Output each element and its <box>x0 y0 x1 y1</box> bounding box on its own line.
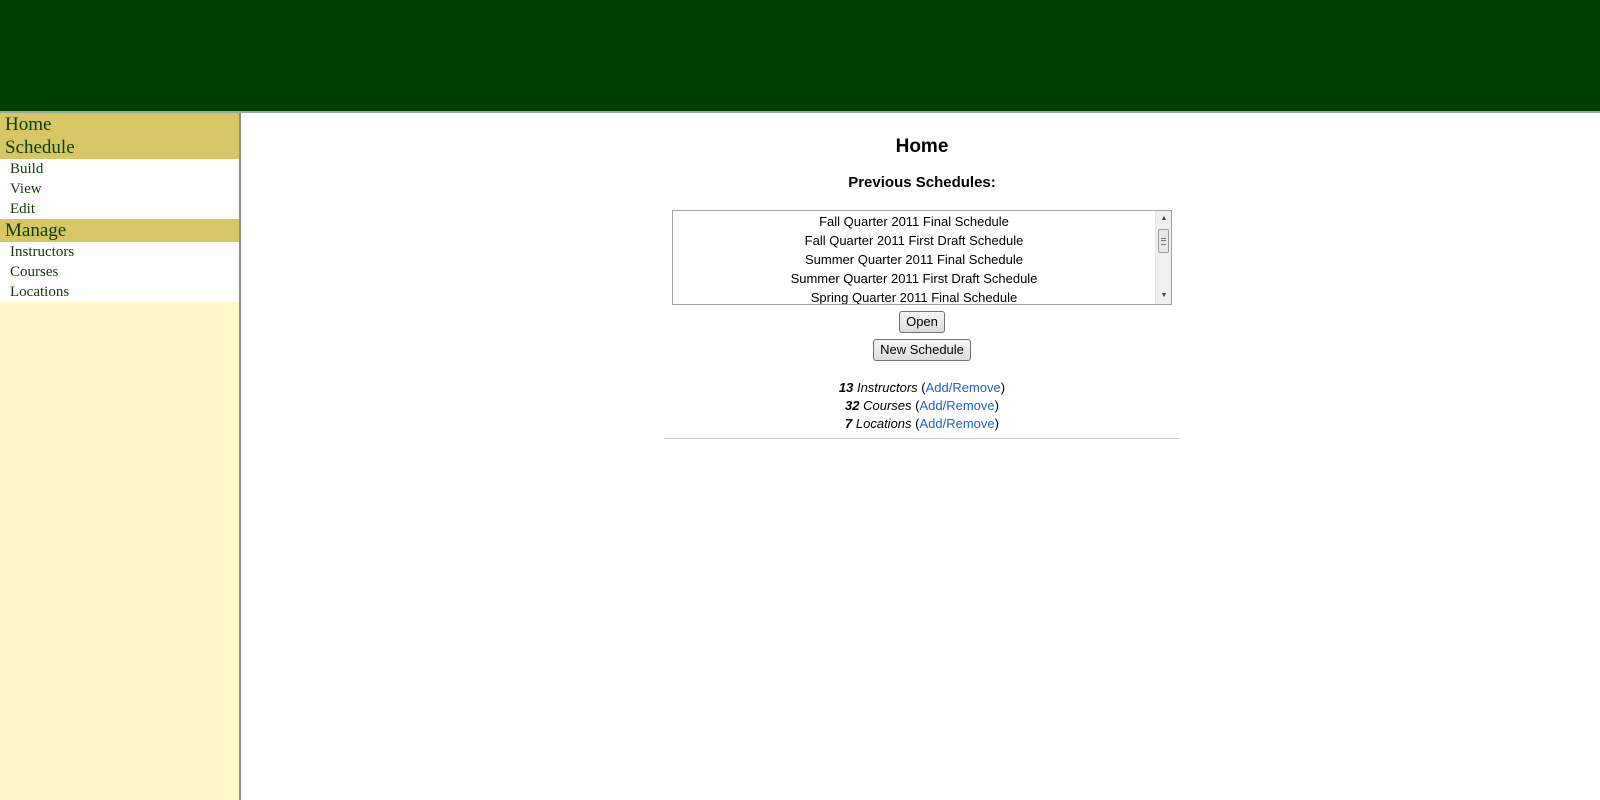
nav-section-manage[interactable]: Manage <box>0 219 239 242</box>
schedule-links: Build View Edit <box>0 159 239 219</box>
content-divider <box>664 438 1180 439</box>
scroll-thumb[interactable] <box>1158 229 1169 253</box>
locations-add-remove-link[interactable]: Add/Remove <box>919 416 994 431</box>
course-label: Courses <box>863 398 912 413</box>
stat-row-instructors: 13 Instructors (Add/Remove) <box>838 380 1006 395</box>
stat-row-courses: 32 Courses (Add/Remove) <box>845 398 999 413</box>
stat-row-locations: 7 Locations (Add/Remove) <box>845 416 999 431</box>
schedule-option[interactable]: Summer Quarter 2011 Final Schedule <box>673 250 1155 269</box>
open-button[interactable]: Open <box>899 311 945 333</box>
nav-section-home[interactable]: Home <box>0 113 239 136</box>
listbox-scrollbar[interactable]: ▲ ▼ <box>1155 211 1171 304</box>
nav-link-locations[interactable]: Locations <box>0 282 239 302</box>
schedule-option[interactable]: Spring Quarter 2011 Final Schedule <box>673 288 1155 304</box>
header-banner <box>0 0 1600 113</box>
nav-link-courses[interactable]: Courses <box>0 262 239 282</box>
page-title: Home <box>895 136 949 157</box>
nav-link-view[interactable]: View <box>0 179 239 199</box>
stats-summary: 13 Instructors (Add/Remove) 32 Courses (… <box>664 379 1180 433</box>
new-schedule-button[interactable]: New Schedule <box>873 339 971 361</box>
instructor-count: 13 <box>838 380 854 395</box>
nav-link-build[interactable]: Build <box>0 159 239 179</box>
content-column: Home Previous Schedules: Fall Quarter 20… <box>664 113 1180 439</box>
sidebar: Home Schedule Build View Edit Manage Ins… <box>0 113 241 800</box>
schedule-option[interactable]: Fall Quarter 2011 First Draft Schedule <box>673 231 1155 250</box>
schedule-option[interactable]: Summer Quarter 2011 First Draft Schedule <box>673 269 1155 288</box>
schedule-items: Fall Quarter 2011 Final Schedule Fall Qu… <box>673 211 1155 304</box>
nav-section-schedule[interactable]: Schedule <box>0 136 239 159</box>
manage-links: Instructors Courses Locations <box>0 242 239 302</box>
previous-schedules-heading: Previous Schedules: <box>848 174 996 191</box>
instructors-add-remove-link[interactable]: Add/Remove <box>926 380 1001 395</box>
location-count: 7 <box>845 416 853 431</box>
nav-link-instructors[interactable]: Instructors <box>0 242 239 262</box>
nav-link-edit[interactable]: Edit <box>0 199 239 219</box>
schedule-listbox[interactable]: Fall Quarter 2011 Final Schedule Fall Qu… <box>672 210 1172 305</box>
course-count: 32 <box>845 398 860 413</box>
main-content: Home Previous Schedules: Fall Quarter 20… <box>241 113 1600 800</box>
scroll-up-arrow-icon[interactable]: ▲ <box>1156 211 1171 227</box>
scroll-down-arrow-icon[interactable]: ▼ <box>1156 288 1171 304</box>
courses-add-remove-link[interactable]: Add/Remove <box>919 398 994 413</box>
instructor-label: Instructors <box>856 380 918 395</box>
location-label: Locations <box>855 416 912 431</box>
schedule-option[interactable]: Fall Quarter 2011 Final Schedule <box>673 212 1155 231</box>
